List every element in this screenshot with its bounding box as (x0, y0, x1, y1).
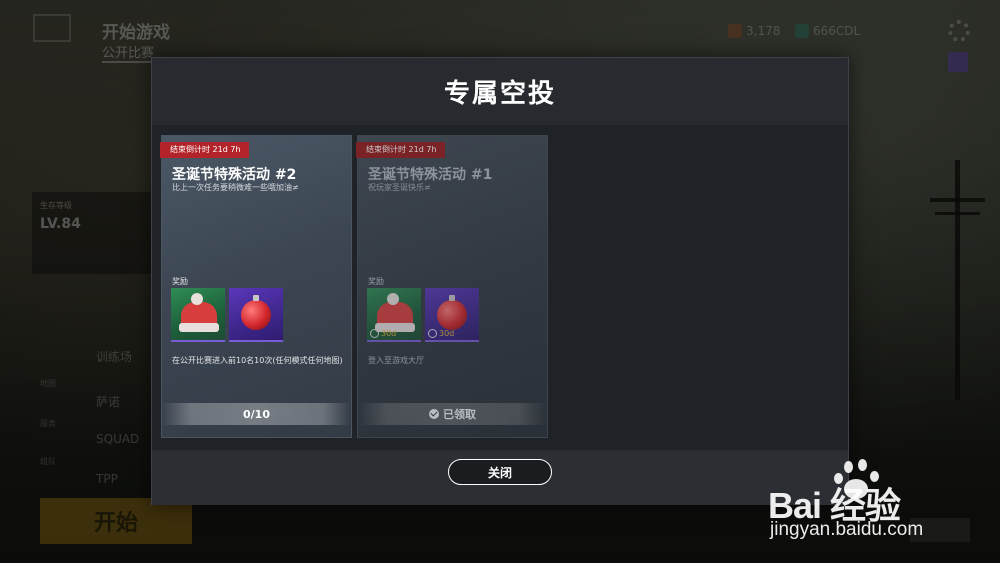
reward-item[interactable] (229, 288, 283, 342)
task-description: 登入至游戏大厅 (368, 356, 424, 365)
clock-icon (370, 329, 379, 338)
event-card[interactable]: 结束倒计时 21d 7h 圣诞节特殊活动 #1 祝玩家圣诞快乐≠ 奖励 30d … (356, 135, 548, 438)
reward-item[interactable]: 30d (425, 288, 479, 342)
santa-hat-icon (375, 293, 415, 332)
reward-label: 奖励 (368, 277, 384, 286)
claimed-label: 已领取 (443, 408, 476, 421)
clock-icon (428, 329, 437, 338)
duration-value: 30d (381, 329, 397, 338)
event-card[interactable]: 结束倒计时 21d 7h 圣诞节特殊活动 #2 比上一次任务要稍微难一些哦加油≠… (160, 135, 352, 438)
event-card-list: 结束倒计时 21d 7h 圣诞节特殊活动 #2 比上一次任务要稍微难一些哦加油≠… (152, 125, 848, 450)
reward-item[interactable] (171, 288, 225, 342)
reward-item[interactable]: 30d (367, 288, 421, 342)
countdown-tag: 结束倒计时 21d 7h (160, 142, 249, 158)
event-description: 祝玩家圣诞快乐≠ (368, 183, 431, 192)
christmas-ornament-icon (437, 295, 467, 330)
dialog-footer: 关闭 (152, 450, 848, 505)
progress-bar: 0/10 (162, 403, 351, 425)
countdown-label: 结束倒计时 (170, 145, 210, 154)
countdown-tag: 结束倒计时 21d 7h (356, 142, 445, 158)
countdown-value: 21d 7h (408, 145, 437, 154)
duration-value: 30d (439, 329, 455, 338)
dialog-title: 专属空投 (152, 58, 848, 125)
baidu-jingyan-watermark: Bai 经验 jingyan.baidu.com (768, 455, 988, 555)
task-description: 在公开比赛进入前10名10次(任何模式任何地图) (172, 356, 343, 365)
countdown-label: 结束倒计时 (366, 145, 406, 154)
santa-hat-icon (179, 293, 219, 332)
christmas-ornament-icon (241, 295, 271, 330)
reward-label: 奖励 (172, 277, 188, 286)
event-title: 圣诞节特殊活动 #1 (368, 167, 493, 183)
event-description: 比上一次任务要稍微难一些哦加油≠ (172, 183, 299, 192)
claimed-status: 已领取 (358, 403, 547, 425)
close-button[interactable]: 关闭 (448, 459, 552, 485)
duration-badge: 30d (370, 329, 396, 338)
check-circle-icon (429, 409, 439, 419)
watermark-url: jingyan.baidu.com (770, 519, 924, 540)
exclusive-airdrop-dialog: 专属空投 结束倒计时 21d 7h 圣诞节特殊活动 #2 比上一次任务要稍微难一… (151, 57, 849, 505)
progress-value: 0/10 (243, 407, 270, 421)
countdown-value: 21d 7h (212, 145, 241, 154)
event-title: 圣诞节特殊活动 #2 (172, 167, 297, 183)
duration-badge: 30d (428, 329, 454, 338)
